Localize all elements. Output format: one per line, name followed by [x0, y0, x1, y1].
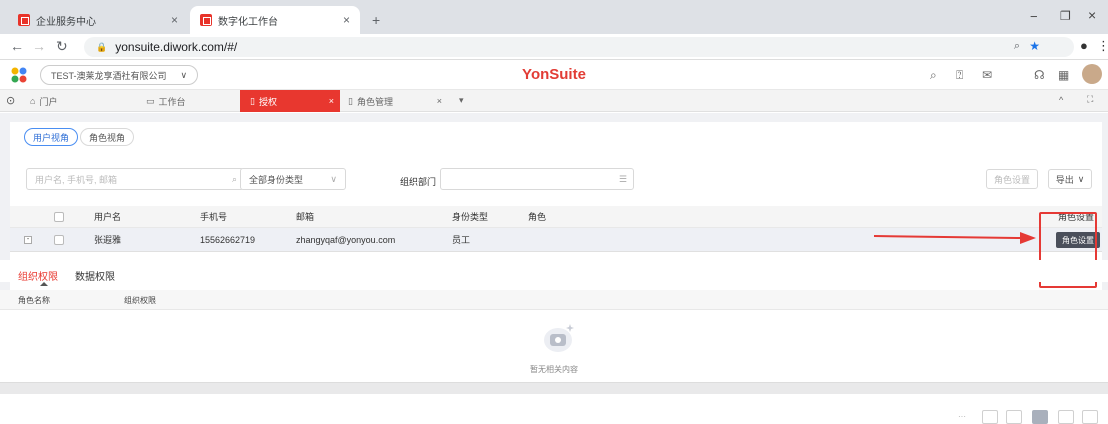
tab-home[interactable]: ⌂ 门户 [30, 90, 57, 112]
forward-arrow-icon[interactable]: → [32, 38, 46, 54]
browser-tab-enterprise[interactable]: 企业服务中心 × [8, 6, 188, 34]
prev-page-button[interactable] [1006, 410, 1022, 424]
cell-username: 张遐雅 [94, 235, 122, 245]
last-page-button[interactable] [1082, 410, 1098, 424]
workspace-tab-bar: ⊙ ⌂ 门户 ▭ 工作台 ▯ 授权 × ▯ 角色管理 × ▾ ^ ⛶ [0, 90, 1108, 112]
close-tab-icon[interactable]: × [329, 96, 334, 106]
monitor-icon: ▭ [146, 95, 155, 106]
user-view-toggle[interactable]: 用户视角 [24, 128, 79, 146]
first-page-button[interactable] [982, 410, 998, 424]
next-page-button[interactable] [1058, 410, 1074, 424]
active-tab-indicator [40, 282, 48, 286]
url-input[interactable]: 🔒 yonsuite.diwork.com/#/ ⌕ ★ [84, 37, 1074, 57]
close-tab-icon[interactable]: × [171, 13, 178, 27]
tab-data-permission[interactable]: 数据权限 [75, 268, 115, 283]
chevron-down-icon: ∨ [330, 173, 337, 184]
browser-tab-title: 数字化工作台 [218, 16, 278, 28]
fullscreen-icon[interactable]: ⛶ [1087, 94, 1093, 105]
role-view-toggle[interactable]: 角色视角 [80, 128, 135, 146]
row-checkbox[interactable] [54, 234, 64, 245]
tab-role-management-label: 角色管理 [356, 96, 393, 107]
window-close-button[interactable]: × [1088, 7, 1096, 23]
bookmark-star-icon[interactable]: ★ [1029, 39, 1040, 53]
cell-identity: 员工 [452, 235, 471, 245]
dept-picker[interactable]: ☰ [440, 168, 634, 190]
column-header: 组织权限 [124, 296, 156, 305]
search-input[interactable]: 用户名, 手机号, 邮箱 ⌕ [26, 168, 244, 190]
horizontal-scrollbar[interactable] [0, 382, 1108, 394]
table-header: 用户名 手机号 邮箱 身份类型 角色 角色设置 [10, 206, 1102, 228]
close-tab-icon[interactable]: × [343, 13, 350, 27]
favicon-icon [18, 14, 30, 26]
search-placeholder: 用户名, 手机号, 邮箱 [35, 174, 118, 185]
document-icon: ▯ [250, 95, 255, 106]
new-tab-button[interactable]: + [372, 12, 380, 28]
favicon-icon [200, 14, 212, 26]
avatar[interactable] [1082, 64, 1102, 84]
tab-workbench-label: 工作台 [158, 96, 186, 107]
pagination: ··· [0, 394, 1108, 424]
export-button[interactable]: 导出 ∨ [1048, 169, 1092, 189]
restore-button[interactable]: ❐ [1060, 9, 1071, 23]
empty-box-icon [544, 324, 574, 352]
select-all-checkbox[interactable] [54, 211, 64, 222]
empty-text: 暂无相关内容 [530, 365, 578, 374]
column-header[interactable]: 身份类型 [452, 206, 488, 227]
browser-tab-workbench[interactable]: 数字化工作台 × [190, 6, 360, 34]
annotation-arrow [873, 232, 1036, 244]
tab-workbench[interactable]: ▭ 工作台 [146, 90, 186, 112]
current-page-button[interactable] [1032, 410, 1048, 424]
export-label: 导出 [1055, 174, 1074, 185]
help-icon[interactable]: ⍰ [956, 68, 963, 83]
column-header[interactable]: 邮箱 [296, 206, 314, 227]
empty-state: 暂无相关内容 [0, 310, 1108, 382]
calendar-icon[interactable]: ▦ [1058, 68, 1069, 82]
column-header[interactable]: 用户名 [94, 206, 121, 227]
tab-home-label: 门户 [39, 96, 58, 107]
identity-type-value: 全部身份类型 [249, 174, 304, 185]
reload-icon[interactable]: ↻ [56, 38, 68, 55]
home-icon: ⌂ [30, 96, 36, 106]
column-header: 角色名称 [18, 296, 50, 305]
browser-menu-icon[interactable]: ⋮ [1097, 38, 1108, 54]
tab-org-permission[interactable]: 组织权限 [18, 268, 58, 283]
detail-tabs: 组织权限 数据权限 [0, 260, 1108, 286]
chevron-down-icon: ∨ [1077, 173, 1085, 184]
app-header: TEST-澳莱龙享酒社有限公司 ∨ YonSuite ⌕ ⍰ ✉ ☊ ▦ [0, 60, 1108, 90]
search-icon: ⌕ [231, 173, 237, 184]
support-icon[interactable]: ☊ [1034, 68, 1045, 82]
role-setting-button[interactable]: 角色设置 [986, 169, 1038, 189]
document-icon: ▯ [348, 95, 353, 106]
profile-icon[interactable]: ● [1080, 38, 1088, 53]
address-bar: ← → ↻ 🔒 yonsuite.diwork.com/#/ ⌕ ★ ● ⋮ [0, 34, 1108, 60]
tab-role-management[interactable]: ▯ 角色管理 × [348, 90, 448, 112]
close-tab-icon[interactable]: × [437, 96, 442, 106]
cell-email: zhangyqaf@yonyou.com [296, 234, 396, 245]
lock-icon: 🔒 [96, 41, 108, 52]
dept-label: 组织部门 [400, 177, 437, 187]
column-header[interactable]: 角色 [528, 206, 546, 227]
search-icon[interactable]: ⌕ [930, 68, 937, 83]
list-icon: ☰ [618, 173, 627, 184]
minimize-button[interactable]: − [1030, 9, 1038, 24]
identity-type-select[interactable]: 全部身份类型 ∨ [240, 168, 346, 190]
back-arrow-icon[interactable]: ← [10, 38, 24, 54]
zoom-icon[interactable]: ⌕ [1014, 40, 1020, 53]
brand-logo: YonSuite [522, 66, 586, 83]
expand-row-icon[interactable]: - [24, 228, 32, 251]
tabs-dropdown-icon[interactable]: ▾ [459, 95, 464, 106]
cell-phone: 15562662719 [200, 234, 256, 245]
detail-table-header: 角色名称 组织权限 [0, 290, 1108, 310]
tab-authorization-label: 授权 [258, 96, 277, 107]
browser-tab-title: 企业服务中心 [36, 16, 96, 28]
message-icon[interactable]: ✉ [982, 68, 992, 82]
tab-authorization[interactable]: ▯ 授权 × [240, 90, 340, 112]
collapse-icon[interactable]: ^ [1059, 95, 1063, 105]
column-header[interactable]: 手机号 [200, 206, 227, 227]
location-icon[interactable]: ⊙ [6, 94, 15, 107]
browser-tab-strip: 企业服务中心 × 数字化工作台 × + − ❐ × [0, 0, 1108, 34]
url-text: yonsuite.diwork.com/#/ [115, 40, 238, 54]
